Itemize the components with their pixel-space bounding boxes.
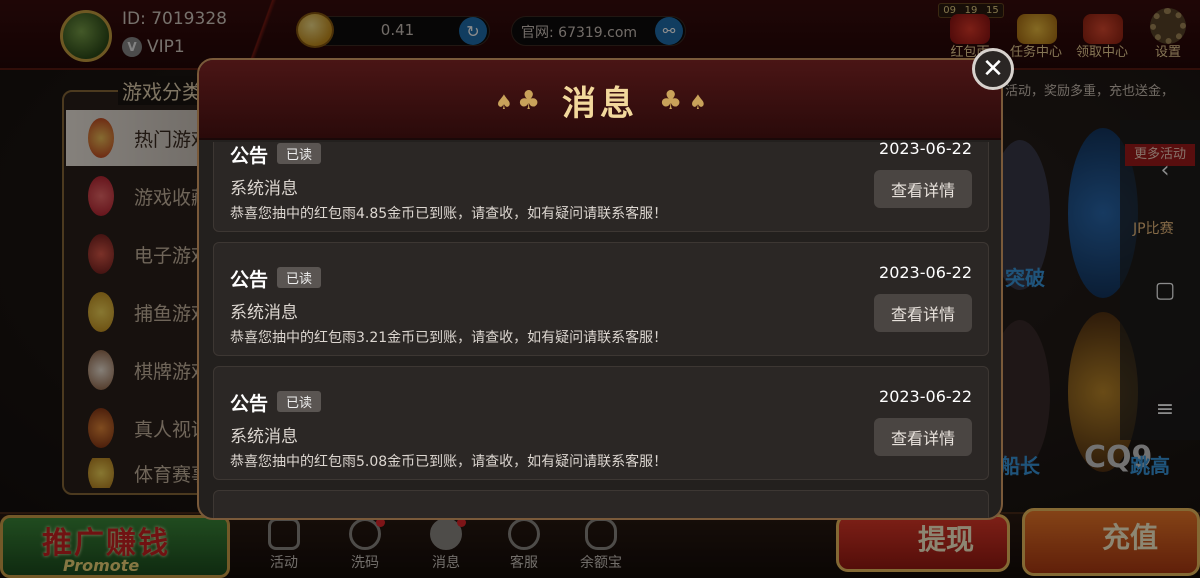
- message-type: 公告: [230, 269, 269, 291]
- message-date: 2023-06-22: [879, 263, 972, 282]
- message-body: 恭喜您抽中的红包雨4.85金币已到账，请查收，如有疑问请联系客服！: [230, 206, 668, 222]
- message-date: 2023-06-22: [879, 387, 972, 406]
- message-card[interactable]: [213, 490, 989, 518]
- message-type: 公告: [230, 393, 269, 415]
- message-card[interactable]: 公告 已读 2023-06-22 系统消息 恭喜您抽中的红包雨5.08金币已到账…: [213, 366, 989, 480]
- read-badge: 已读: [277, 267, 322, 288]
- message-card[interactable]: 公告 已读 2023-06-22 系统消息 恭喜您抽中的红包雨3.21金币已到账…: [213, 242, 989, 356]
- message-list[interactable]: 公告 已读 2023-06-22 系统消息 恭喜您抽中的红包雨4.85金币已到账…: [213, 142, 991, 518]
- message-subject: 系统消息: [230, 179, 298, 199]
- message-card[interactable]: 公告 已读 2023-06-22 系统消息 恭喜您抽中的红包雨4.85金币已到账…: [213, 142, 989, 232]
- read-badge: 已读: [277, 391, 322, 412]
- close-icon: ✕: [982, 54, 1004, 84]
- message-body: 恭喜您抽中的红包雨3.21金币已到账，请查收，如有疑问请联系客服！: [230, 330, 668, 346]
- read-badge: 已读: [277, 143, 322, 164]
- message-type: 公告: [230, 145, 269, 167]
- message-date: 2023-06-22: [879, 142, 972, 158]
- messages-dialog: ♠ ♣ 消息 ♣ ♠ 公告 已读 2023-06-22 系统消息 恭喜您抽中的红…: [197, 58, 1003, 520]
- dialog-title: 消息: [562, 84, 638, 124]
- close-button[interactable]: ✕: [972, 48, 1014, 90]
- view-details-button[interactable]: 查看详情: [874, 418, 972, 456]
- club-icon: ♣: [659, 86, 683, 116]
- message-body: 恭喜您抽中的红包雨5.08金币已到账，请查收，如有疑问请联系客服！: [230, 454, 668, 470]
- view-details-button[interactable]: 查看详情: [874, 294, 972, 332]
- message-subject: 系统消息: [230, 427, 298, 447]
- view-details-button[interactable]: 查看详情: [874, 170, 972, 208]
- message-subject: 系统消息: [230, 303, 298, 323]
- dialog-header: ♠ ♣ 消息 ♣ ♠: [199, 60, 1001, 140]
- spade-icon: ♠: [689, 90, 707, 114]
